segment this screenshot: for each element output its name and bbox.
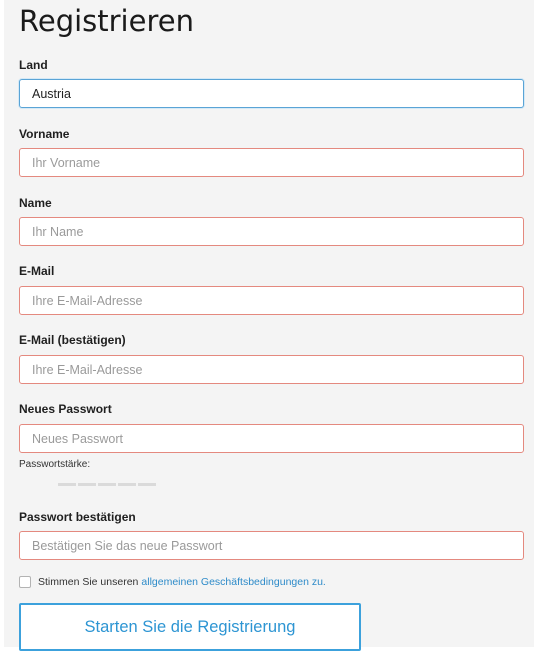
registration-panel: Registrieren Land Vorname Name E-Mail E-… <box>4 0 534 651</box>
email-field[interactable] <box>19 286 524 315</box>
password-confirm-field[interactable] <box>19 531 524 560</box>
email-label: E-Mail <box>19 264 55 278</box>
password-strength-label: Passwortstärke: <box>19 459 91 470</box>
start-registration-button[interactable]: Starten Sie die Registrierung <box>19 603 361 651</box>
terms-text: Stimmen Sie unseren <box>38 576 139 588</box>
password-confirm-label: Passwort bestätigen <box>19 510 136 524</box>
terms-row: Stimmen Sie unseren allgemeinen Geschäft… <box>19 576 326 588</box>
terms-link[interactable]: allgemeinen Geschäftsbedingungen zu. <box>141 576 325 588</box>
page-title: Registrieren <box>19 4 194 38</box>
land-label: Land <box>19 58 48 72</box>
vorname-label: Vorname <box>19 127 70 141</box>
strength-segment <box>138 483 156 486</box>
strength-segment <box>58 483 76 486</box>
vorname-field[interactable] <box>19 148 524 177</box>
password-label: Neues Passwort <box>19 402 112 416</box>
email-confirm-label: E-Mail (bestätigen) <box>19 333 126 347</box>
email-confirm-field[interactable] <box>19 355 524 384</box>
strength-segment <box>98 483 116 486</box>
strength-segment <box>78 483 96 486</box>
name-field[interactable] <box>19 217 524 246</box>
password-field[interactable] <box>19 424 524 453</box>
terms-checkbox[interactable] <box>19 576 31 588</box>
land-field[interactable] <box>19 79 524 108</box>
password-strength-meter <box>58 483 156 486</box>
name-label: Name <box>19 196 52 210</box>
strength-segment <box>118 483 136 486</box>
